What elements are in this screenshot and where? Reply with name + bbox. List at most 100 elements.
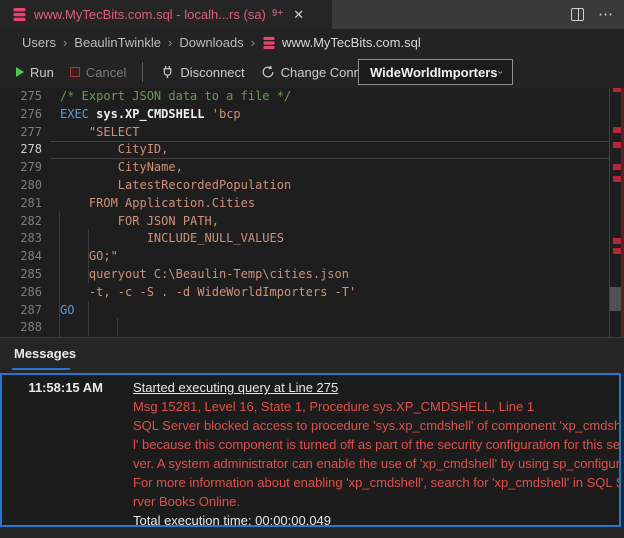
line-number: 275 [0, 88, 42, 106]
breadcrumb-users[interactable]: Users [22, 35, 56, 50]
message-timestamp: 11:58:15 AM [2, 378, 103, 397]
code-line[interactable]: 283 INCLUDE_NULL_VALUES [0, 230, 624, 248]
code-line[interactable]: 278 CityID, [0, 141, 624, 159]
play-icon [16, 67, 24, 77]
code-text: FROM Application.Cities [60, 195, 255, 213]
code-line[interactable]: 280 LatestRecordedPopulation [0, 177, 624, 195]
tab-problems-badge: 9+ [272, 8, 283, 19]
tab-messages[interactable]: Messages [14, 338, 76, 370]
code-line[interactable]: 277 "SELECT [0, 124, 624, 142]
line-number: 288 [0, 319, 42, 337]
code-text: /* Export JSON data to a file */ [60, 88, 291, 106]
error-marker [613, 248, 621, 254]
breadcrumb-beaulintwinkle[interactable]: BeaulinTwinkle [74, 35, 161, 50]
split-editor-icon[interactable] [571, 8, 584, 21]
line-number: 278 [0, 141, 42, 159]
code-line[interactable]: 275 /* Export JSON data to a file */ [0, 88, 624, 106]
breadcrumb-file[interactable]: www.MyTecBits.com.sql [282, 35, 421, 50]
error-marker [613, 142, 621, 148]
database-selector-value: WideWorldImporters [370, 65, 498, 80]
database-selector[interactable]: WideWorldImporters [358, 59, 513, 85]
error-message-line: For more information about enabling 'xp_… [133, 473, 621, 492]
error-marker [613, 238, 621, 244]
code-line[interactable]: 284 GO;" [0, 248, 624, 266]
error-message-line: ver. A system administrator can enable t… [133, 454, 621, 473]
chevron-right-icon: › [168, 35, 172, 50]
refresh-connection-icon [261, 65, 275, 79]
breadcrumb: Users › BeaulinTwinkle › Downloads › www… [0, 29, 624, 56]
toolbar-separator [142, 62, 143, 82]
line-number: 287 [0, 302, 42, 320]
error-marker [613, 88, 621, 92]
stop-icon [70, 67, 80, 77]
error-message-line: rver Books Online. [133, 492, 240, 511]
code-text: INCLUDE_NULL_VALUES [60, 230, 284, 248]
error-message-line: SQL Server blocked access to procedure '… [133, 416, 621, 435]
run-button[interactable]: Run [16, 65, 54, 80]
editor-tab[interactable]: www.MyTecBits.com.sql - localh...rs (sa)… [0, 0, 332, 29]
close-icon[interactable]: ✕ [293, 7, 304, 23]
chevron-right-icon: › [63, 35, 67, 50]
code-text: queryout C:\Beaulin-Temp\cities.json [60, 266, 349, 284]
code-text: CityID, [60, 141, 168, 159]
code-text: FOR JSON PATH, [60, 213, 219, 231]
code-line[interactable]: 287 GO [0, 302, 624, 320]
code-lines: 275 /* Export JSON data to a file */ 276 EX… [0, 88, 624, 337]
active-tab-indicator [12, 368, 70, 370]
code-line[interactable]: 279 CityName, [0, 159, 624, 177]
disconnect-label: Disconnect [180, 65, 244, 80]
code-line[interactable]: 276 EXEC sys.XP_CMDSHELL 'bcp [0, 106, 624, 124]
code-text: -t, -c -S . -d WideWorldImporters -T' [60, 284, 356, 302]
line-number: 283 [0, 230, 42, 248]
cancel-button[interactable]: Cancel [70, 65, 126, 80]
error-marker [613, 127, 621, 133]
messages-output[interactable]: 11:58:15 AM Started executing query at L… [0, 373, 621, 527]
plug-icon [161, 65, 174, 79]
run-label: Run [30, 65, 54, 80]
tab-bar: www.MyTecBits.com.sql - localh...rs (sa)… [0, 0, 624, 29]
disconnect-button[interactable]: Disconnect [161, 65, 244, 80]
indent-guide [88, 301, 89, 337]
database-icon [12, 7, 27, 22]
execution-time: Total execution time: 00:00:00.049 [133, 511, 331, 527]
chevron-right-icon: › [251, 35, 255, 50]
code-line[interactable]: 281 FROM Application.Cities [0, 195, 624, 213]
error-message-line: Msg 15281, Level 16, State 1, Procedure … [133, 397, 534, 416]
indent-guide [59, 212, 60, 337]
line-number: 282 [0, 213, 42, 231]
line-number: 279 [0, 159, 42, 177]
error-lines: Msg 15281, Level 16, State 1, Procedure … [2, 397, 619, 511]
code-line[interactable]: 288 [0, 319, 624, 337]
tab-title: www.MyTecBits.com.sql - localh...rs (sa) [34, 7, 266, 22]
code-line[interactable]: 286 -t, -c -S . -d WideWorldImporters -T… [0, 284, 624, 302]
query-start-link[interactable]: Started executing query at Line 275 [133, 378, 338, 397]
line-number: 276 [0, 106, 42, 124]
line-number: 285 [0, 266, 42, 284]
line-number: 284 [0, 248, 42, 266]
code-line[interactable]: 285 queryout C:\Beaulin-Temp\cities.json [0, 266, 624, 284]
line-number: 281 [0, 195, 42, 213]
code-text: EXEC sys.XP_CMDSHELL 'bcp [60, 106, 241, 124]
vertical-scrollbar[interactable] [610, 287, 621, 311]
code-text: LatestRecordedPopulation [60, 177, 291, 195]
sql-editor[interactable]: 275 /* Export JSON data to a file */ 276 EX… [0, 88, 624, 337]
error-message-line: l' because this component is turned off … [133, 435, 621, 454]
code-line[interactable]: 282 FOR JSON PATH, [0, 213, 624, 231]
database-icon [262, 36, 276, 50]
cancel-label: Cancel [86, 65, 126, 80]
error-marker [613, 164, 621, 170]
chevron-down-icon [498, 69, 503, 76]
more-actions-icon[interactable]: ⋯ [598, 10, 614, 20]
code-text: GO [60, 302, 74, 320]
line-number: 286 [0, 284, 42, 302]
messages-panel: Messages 11:58:15 AM Started executing q… [0, 338, 624, 538]
error-marker [613, 176, 621, 182]
code-text: CityName, [60, 159, 183, 177]
line-number: 277 [0, 124, 42, 142]
code-text: "SELECT [60, 124, 139, 142]
breadcrumb-downloads[interactable]: Downloads [179, 35, 243, 50]
indent-guide [117, 318, 118, 336]
indent-guide [88, 229, 89, 282]
line-number: 280 [0, 177, 42, 195]
query-toolbar: Run Cancel Disconnect Change Connection … [0, 56, 624, 88]
